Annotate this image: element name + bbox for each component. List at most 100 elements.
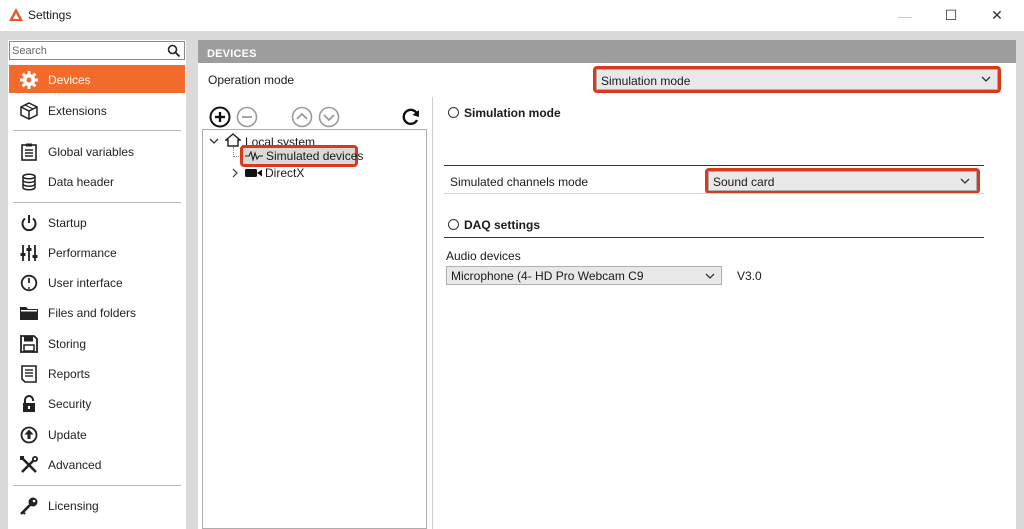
sidebar-item-advanced[interactable]: Advanced <box>9 450 185 478</box>
sidebar-item-storing[interactable]: Storing <box>9 329 185 357</box>
divider <box>13 202 181 203</box>
section-simulation-mode[interactable]: Simulation mode <box>448 106 561 120</box>
gear-icon <box>19 70 39 90</box>
sidebar-item-label: User interface <box>48 276 123 290</box>
operation-mode-select[interactable]: Simulation mode <box>593 66 1001 93</box>
tree-node-local-system[interactable]: Local system <box>245 135 315 149</box>
search-box[interactable] <box>9 41 185 60</box>
sidebar: Devices Extensions Global variables <box>8 40 186 529</box>
panel-divider <box>432 97 433 529</box>
chevron-down-icon <box>960 178 970 184</box>
expand-chevron-icon[interactable] <box>231 168 239 178</box>
camera-icon <box>245 169 262 177</box>
title-bar: Settings — ☐ ✕ <box>0 0 1024 31</box>
sidebar-item-data-header[interactable]: Data header <box>9 167 185 195</box>
sidebar-item-performance[interactable]: Performance <box>9 238 185 266</box>
simulated-channels-select[interactable]: Sound card <box>705 168 980 194</box>
sidebar-item-security[interactable]: Security <box>9 389 185 417</box>
tree-connector <box>233 156 241 157</box>
app-logo-icon <box>9 8 23 21</box>
tree-node-simulated-devices[interactable]: Simulated devices <box>240 145 363 167</box>
waveform-icon <box>245 151 263 161</box>
list-icon <box>19 142 39 162</box>
sidebar-item-files-and-folders[interactable]: Files and folders <box>9 298 185 326</box>
sliders-icon <box>19 243 39 263</box>
section-rule <box>444 237 984 238</box>
gauge-icon <box>19 273 39 293</box>
section-title: Simulation mode <box>464 106 561 120</box>
power-icon <box>19 213 39 233</box>
operation-mode-value: Simulation mode <box>601 74 691 88</box>
section-rule <box>444 165 984 166</box>
simulated-channels-label: Simulated channels mode <box>450 175 589 189</box>
section-title: DAQ settings <box>464 218 541 232</box>
sidebar-item-licensing[interactable]: Licensing <box>9 491 185 519</box>
add-icon[interactable] <box>209 106 231 128</box>
sidebar-item-label: Data header <box>48 175 115 189</box>
device-tree-panel: Local system Simulated devices DirectX <box>198 97 434 529</box>
search-input[interactable] <box>12 43 162 58</box>
remove-icon[interactable] <box>236 106 258 128</box>
sidebar-item-label: Extensions <box>48 104 107 118</box>
save-icon <box>19 334 39 354</box>
audio-devices-label: Audio devices <box>446 249 521 263</box>
divider <box>13 130 181 131</box>
report-icon <box>19 364 39 384</box>
sidebar-item-label: Licensing <box>48 499 99 513</box>
device-tree: Local system Simulated devices DirectX <box>202 129 427 529</box>
sidebar-item-reports[interactable]: Reports <box>9 359 185 387</box>
main-panel: DEVICES Operation mode Simulation mode L… <box>198 40 1016 529</box>
tools-icon <box>19 455 39 475</box>
driver-version: V3.0 <box>737 269 762 283</box>
key-icon <box>19 496 39 516</box>
chevron-down-icon <box>705 273 715 279</box>
sidebar-item-label: Performance <box>48 246 117 260</box>
sidebar-item-label: Files and folders <box>48 306 137 320</box>
window-frame-left <box>0 31 8 529</box>
chevron-down-icon <box>981 76 991 82</box>
row-divider <box>444 193 984 194</box>
sidebar-item-startup[interactable]: Startup <box>9 208 185 236</box>
move-up-icon[interactable] <box>291 106 313 128</box>
collapse-section-icon[interactable] <box>448 107 459 118</box>
window-frame <box>0 31 1024 40</box>
sidebar-item-global-variables[interactable]: Global variables <box>9 137 185 165</box>
sidebar-item-label: Update <box>48 428 87 442</box>
section-header: DEVICES <box>198 40 1016 63</box>
operation-mode-label: Operation mode <box>208 73 295 87</box>
window-frame-right <box>1016 31 1024 529</box>
sidebar-item-user-interface[interactable]: User interface <box>9 268 185 296</box>
minimize-button[interactable]: — <box>882 0 928 31</box>
sidebar-item-label: Global variables <box>48 145 135 159</box>
simulated-channels-value: Sound card <box>713 175 775 189</box>
home-icon <box>225 133 241 147</box>
tree-node-directx[interactable]: DirectX <box>265 166 304 180</box>
maximize-button[interactable]: ☐ <box>928 0 974 31</box>
cube-icon <box>19 101 39 121</box>
close-button[interactable]: ✕ <box>974 0 1020 31</box>
audio-devices-select[interactable]: Microphone (4- HD Pro Webcam C9 <box>446 266 722 285</box>
sidebar-item-label: Storing <box>48 337 87 351</box>
sidebar-item-extensions[interactable]: Extensions <box>9 96 185 124</box>
folder-icon <box>19 303 39 323</box>
collapse-chevron-icon[interactable] <box>209 136 219 146</box>
sidebar-item-devices[interactable]: Devices <box>9 65 185 93</box>
refresh-icon[interactable] <box>400 106 422 128</box>
tree-node-label: Simulated devices <box>266 149 364 163</box>
operation-mode-row: Operation mode Simulation mode <box>198 66 1016 93</box>
sidebar-item-label: Security <box>48 397 92 411</box>
update-icon <box>19 425 39 445</box>
sidebar-item-label: Advanced <box>48 458 102 472</box>
section-daq-settings[interactable]: DAQ settings <box>448 218 540 232</box>
move-down-icon[interactable] <box>318 106 340 128</box>
database-icon <box>19 172 39 192</box>
divider <box>13 485 181 486</box>
sidebar-item-label: Startup <box>48 216 87 230</box>
collapse-section-icon[interactable] <box>448 219 459 230</box>
sidebar-item-label: Reports <box>48 367 91 381</box>
search-icon[interactable] <box>167 44 181 58</box>
window-title: Settings <box>28 8 72 22</box>
sidebar-item-update[interactable]: Update <box>9 420 185 448</box>
lock-icon <box>19 394 39 414</box>
splitter[interactable] <box>186 31 198 529</box>
